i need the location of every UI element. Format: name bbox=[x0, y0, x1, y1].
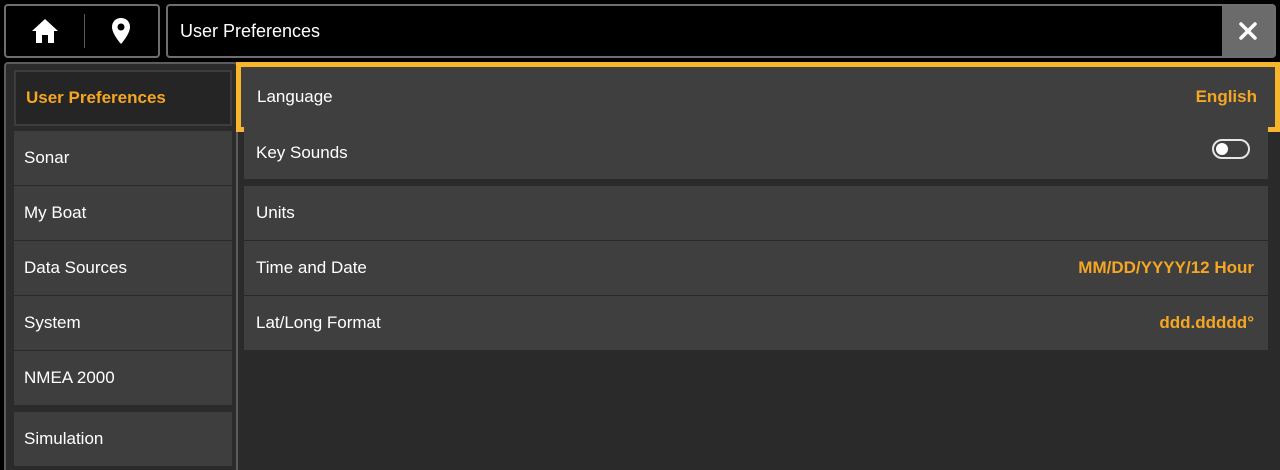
home-icon bbox=[31, 19, 58, 43]
setting-value: ddd.ddddd° bbox=[1159, 313, 1254, 332]
map-pin-icon bbox=[112, 18, 130, 44]
sidebar-item-label: My Boat bbox=[24, 203, 87, 222]
sidebar-item-sonar[interactable]: Sonar bbox=[14, 131, 232, 185]
sidebar-item-user-preferences[interactable]: User Preferences bbox=[14, 70, 232, 126]
sidebar-item-label: Sonar bbox=[24, 148, 70, 167]
setting-label: Key Sounds bbox=[256, 142, 348, 162]
setting-label: Language bbox=[257, 87, 333, 106]
sidebar-item-nmea-2000[interactable]: NMEA 2000 bbox=[14, 351, 232, 405]
setting-row-time-and-date[interactable]: Time and Date MM/DD/YYYY/12 Hour bbox=[244, 241, 1268, 295]
sidebar-item-system[interactable]: System bbox=[14, 296, 232, 350]
sidebar-item-label: System bbox=[24, 313, 81, 332]
title-bar: User Preferences bbox=[166, 4, 1276, 58]
toggle-knob bbox=[1216, 143, 1228, 155]
sidebar-item-label: Data Sources bbox=[24, 258, 127, 277]
settings-list: Language English Key Sounds Units Time a… bbox=[236, 62, 1280, 470]
setting-row-lat-long-format[interactable]: Lat/Long Format ddd.ddddd° bbox=[244, 296, 1268, 350]
home-button[interactable] bbox=[6, 6, 83, 56]
sidebar-item-data-sources[interactable]: Data Sources bbox=[14, 241, 232, 295]
sidebar-item-label: Simulation bbox=[24, 429, 104, 448]
close-icon bbox=[1239, 22, 1257, 40]
settings-sidebar: User Preferences Sonar My Boat Data Sour… bbox=[4, 62, 238, 470]
page-title: User Preferences bbox=[180, 21, 321, 41]
setting-value: English bbox=[1195, 87, 1257, 106]
sidebar-item-label: NMEA 2000 bbox=[24, 368, 115, 387]
location-button[interactable] bbox=[84, 6, 158, 56]
setting-label: Time and Date bbox=[256, 258, 367, 277]
setting-value: MM/DD/YYYY/12 Hour bbox=[1078, 258, 1254, 277]
sidebar-item-simulation[interactable]: Simulation bbox=[14, 412, 232, 466]
setting-row-language[interactable]: Language English bbox=[236, 62, 1280, 132]
setting-label: Units bbox=[256, 203, 295, 222]
sidebar-item-label: User Preferences bbox=[26, 88, 166, 107]
setting-label: Lat/Long Format bbox=[256, 313, 381, 332]
nav-button-group bbox=[4, 4, 160, 58]
setting-row-units[interactable]: Units bbox=[244, 186, 1268, 240]
setting-row-key-sounds[interactable]: Key Sounds bbox=[244, 126, 1268, 179]
key-sounds-toggle[interactable] bbox=[1212, 139, 1250, 159]
close-button[interactable] bbox=[1222, 6, 1274, 56]
sidebar-item-my-boat[interactable]: My Boat bbox=[14, 186, 232, 240]
